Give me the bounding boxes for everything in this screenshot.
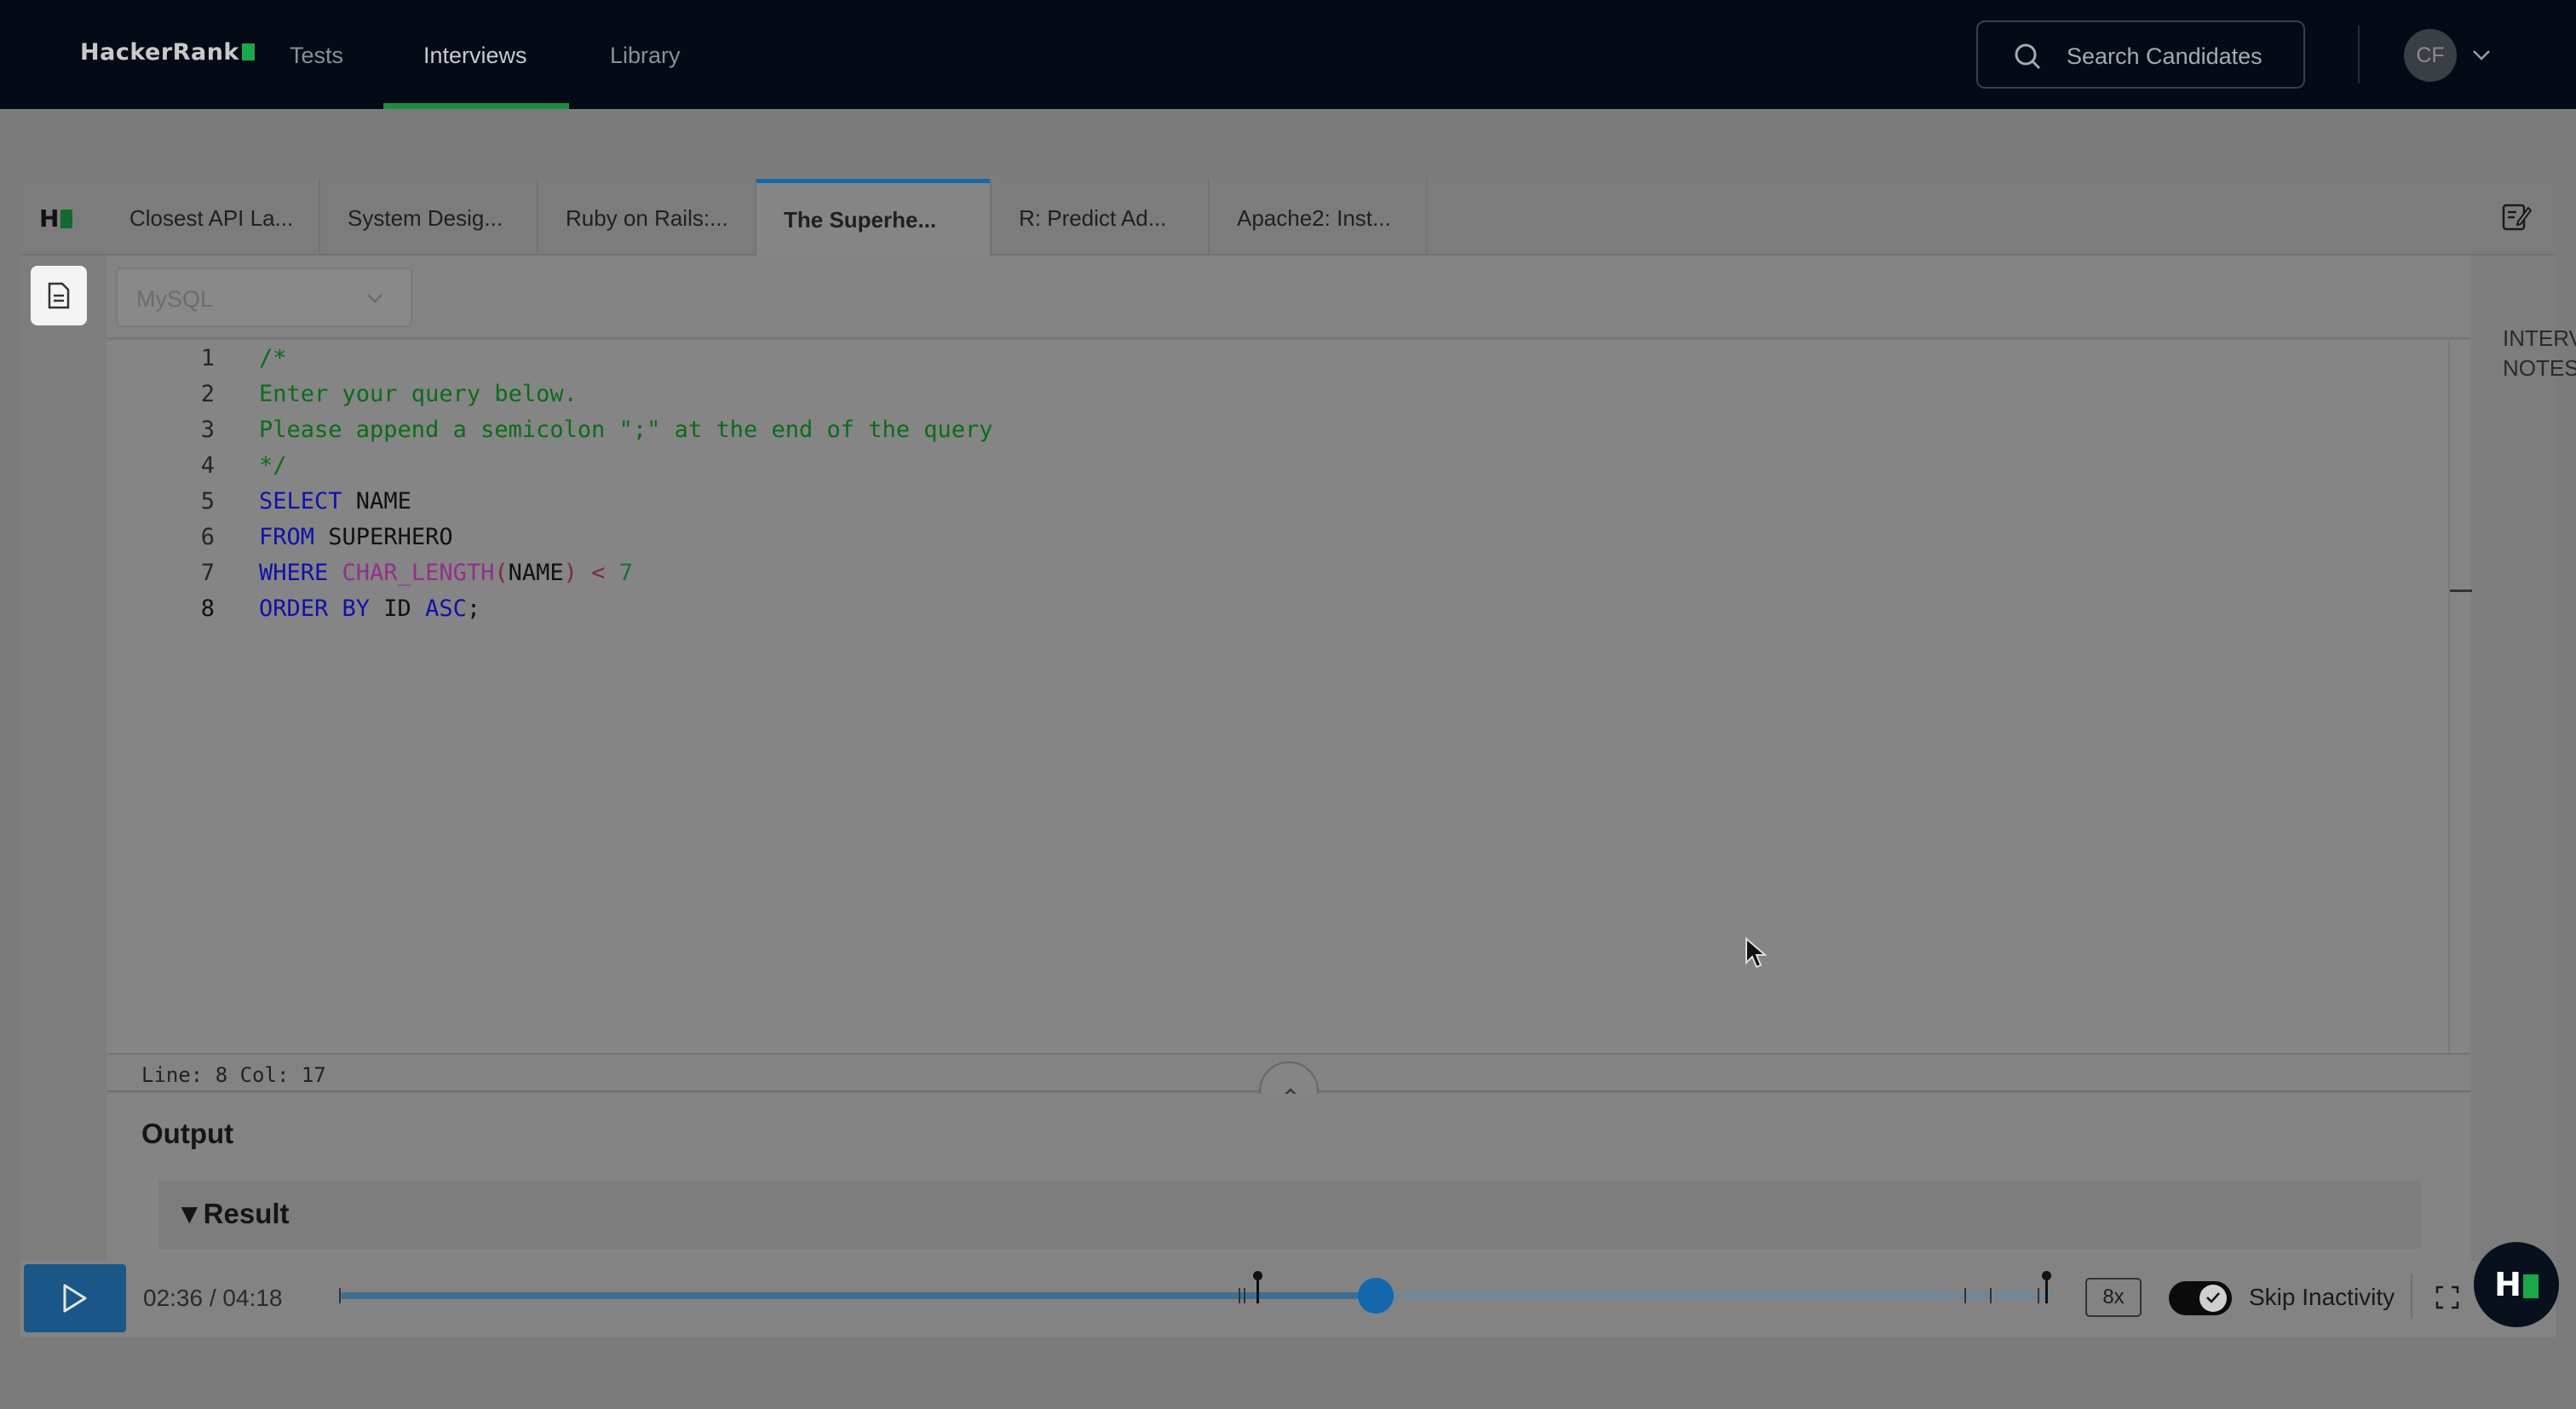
timeline-event-tick xyxy=(1990,1288,1992,1303)
interviewer-notes-rail[interactable] xyxy=(2472,256,2556,1261)
tab-ruby-on-rails[interactable]: Ruby on Rails:... xyxy=(538,179,756,256)
search-icon xyxy=(2015,43,2041,70)
hackerrank-help-button[interactable]: H xyxy=(2474,1242,2559,1327)
document-icon xyxy=(48,282,70,309)
timeline-event-tick xyxy=(1964,1288,1966,1303)
play-button[interactable] xyxy=(24,1264,126,1332)
nav-link-library[interactable]: Library xyxy=(610,43,681,69)
search-candidates-input[interactable]: Search Candidates xyxy=(1976,20,2305,89)
tab-r-predict[interactable]: R: Predict Ad... xyxy=(992,179,1210,256)
output-title: Output xyxy=(141,1118,234,1149)
tab-system-design[interactable]: System Desig... xyxy=(320,179,538,256)
nav-link-tests[interactable]: Tests xyxy=(290,43,343,69)
chevron-down-icon[interactable] xyxy=(2470,44,2493,66)
timeline-event-tick xyxy=(339,1288,341,1303)
scroll-position-marker xyxy=(2450,589,2472,592)
active-nav-indicator xyxy=(383,103,569,109)
timeline-marker-pin[interactable] xyxy=(2042,1271,2051,1303)
result-toggle[interactable]: ▼Result xyxy=(175,1198,290,1230)
hackerrank-mini-logo: H xyxy=(39,204,73,233)
result-section[interactable] xyxy=(158,1181,2421,1249)
nav-link-interviews[interactable]: Interviews xyxy=(423,43,527,69)
mouse-cursor-icon xyxy=(1745,937,1767,969)
problem-statement-button[interactable] xyxy=(31,266,87,325)
search-placeholder: Search Candidates xyxy=(2067,43,2263,69)
editor-scrollbar[interactable] xyxy=(2448,341,2450,1053)
play-icon xyxy=(63,1284,87,1313)
nav-divider xyxy=(2358,26,2360,83)
fullscreen-icon[interactable] xyxy=(2435,1285,2460,1310)
timeline-event-tick xyxy=(1239,1288,1240,1303)
triangle-down-icon: ▼ xyxy=(175,1198,204,1229)
timeline-progress xyxy=(339,1292,1377,1299)
hackerrank-logo[interactable]: HackerRank xyxy=(80,39,255,66)
interviewer-notes-label[interactable]: INTERVIEWER NOTES xyxy=(2503,324,2576,382)
timeline-event-tick xyxy=(1244,1288,1245,1303)
timeline-scrubber-handle[interactable] xyxy=(1358,1278,1394,1314)
timeline-event-tick xyxy=(2038,1288,2039,1303)
tab-the-superhero[interactable]: The Superhe... xyxy=(756,179,992,256)
tab-apache2[interactable]: Apache2: Inst... xyxy=(1210,179,1428,256)
user-avatar[interactable]: CF xyxy=(2404,29,2457,82)
editor-toolbar xyxy=(107,256,2470,339)
left-tool-strip xyxy=(20,256,106,1261)
skip-inactivity-toggle[interactable] xyxy=(2169,1281,2232,1315)
skip-inactivity-label: Skip Inactivity xyxy=(2249,1284,2395,1310)
timeline-marker-pin[interactable] xyxy=(1253,1271,1262,1303)
edit-notes-icon[interactable] xyxy=(2501,201,2532,232)
tab-closest-api[interactable]: Closest API La... xyxy=(102,179,320,256)
cursor-position: Line: 8 Col: 17 xyxy=(141,1063,326,1087)
language-select[interactable]: MySQL xyxy=(116,267,412,327)
language-value: MySQL xyxy=(136,286,214,312)
chevron-down-icon xyxy=(367,294,382,303)
player-divider xyxy=(2411,1274,2412,1319)
playback-speed-button[interactable]: 8x xyxy=(2085,1278,2142,1317)
check-icon xyxy=(2206,1292,2220,1303)
playback-time: 02:36 / 04:18 xyxy=(143,1285,283,1311)
